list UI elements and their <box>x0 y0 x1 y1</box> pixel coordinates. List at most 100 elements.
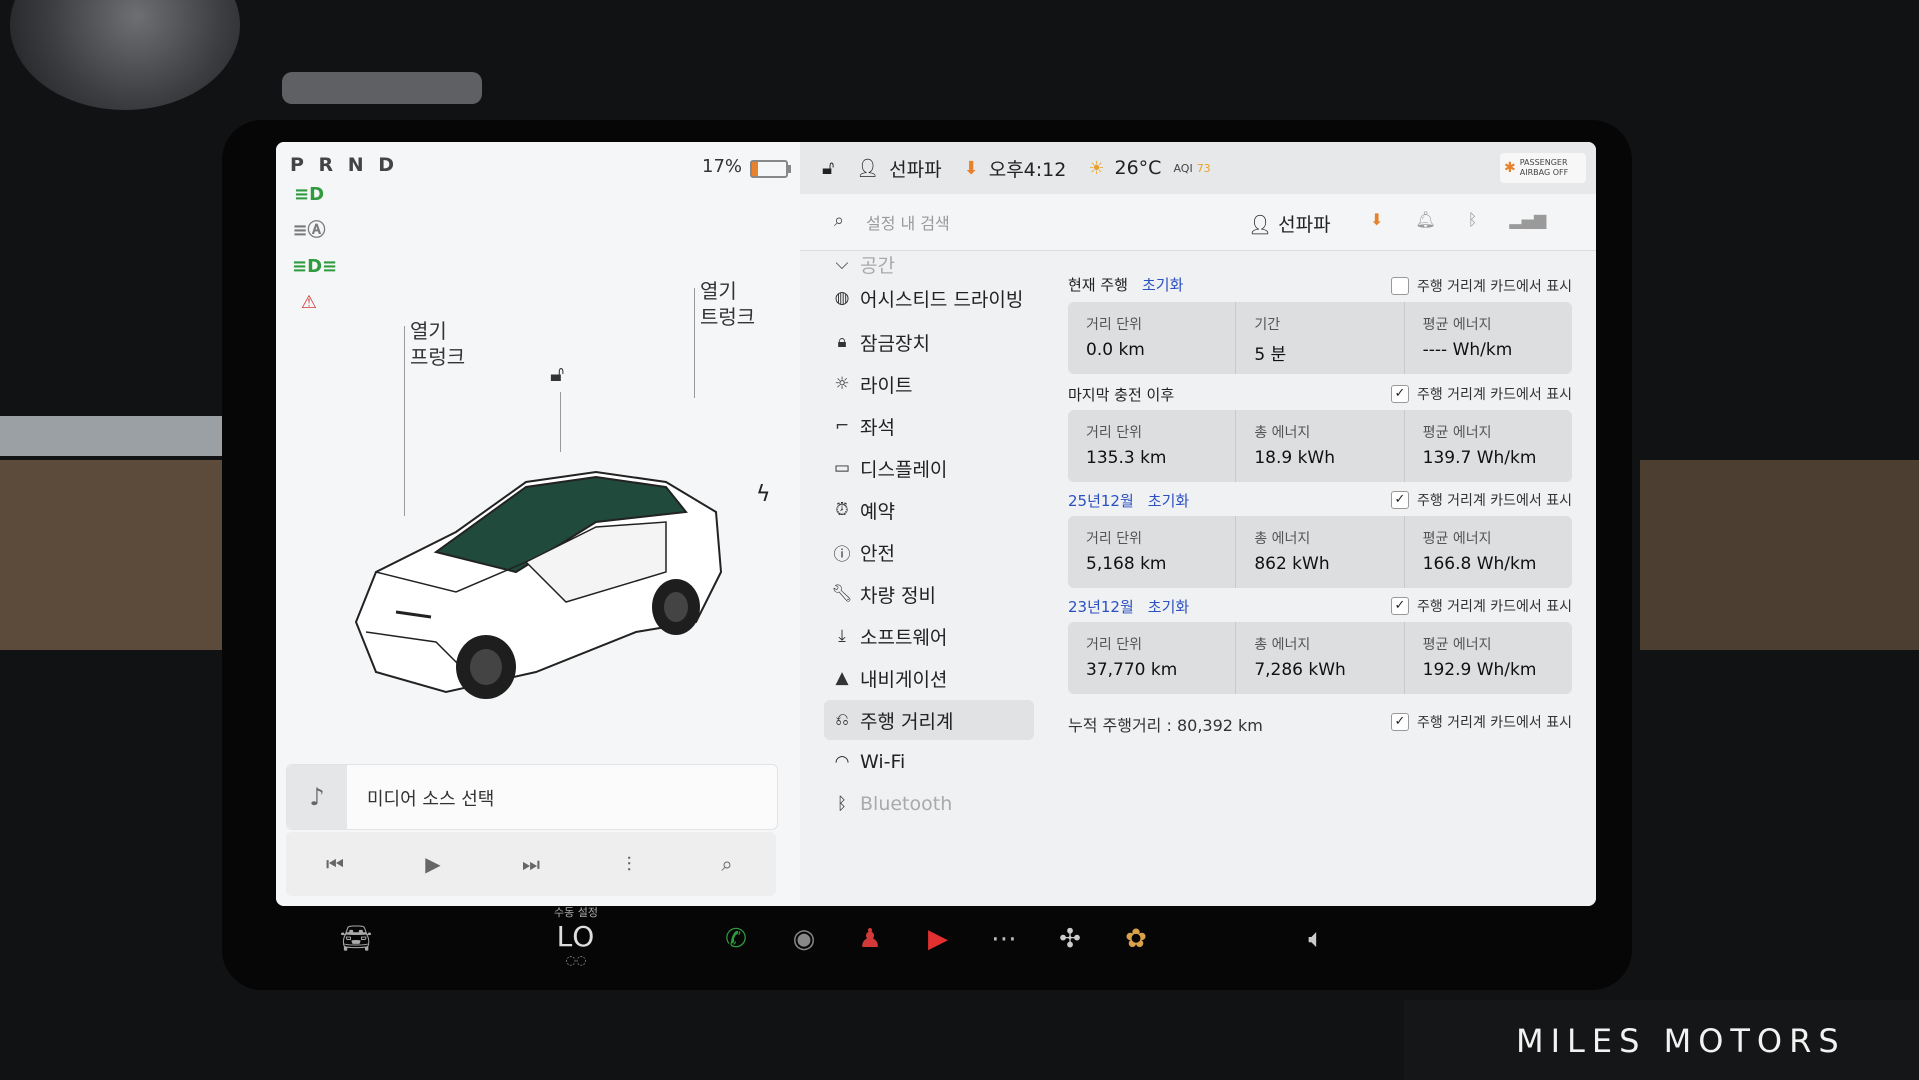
trip-b-checkbox[interactable]: ✓ <box>1390 597 1409 615</box>
charge-port-icon[interactable]: ϟ <box>756 482 771 507</box>
car-illustration <box>354 470 723 699</box>
seat-heater-icon[interactable]: ◌◌ <box>526 953 626 967</box>
since-charge-checkbox[interactable]: ✓ <box>1390 385 1409 403</box>
nav-item-13[interactable]: ᛒ Bluetooth <box>824 784 1034 824</box>
weather-status: ☀ 26°C AQI 73 <box>1088 157 1210 179</box>
toybox-icon[interactable]: ✿ <box>1114 924 1158 954</box>
nav-item-3[interactable]: ☼ 라이트 <box>824 364 1034 404</box>
play-icon[interactable]: ▶ <box>413 852 453 876</box>
nav-item-label: 잠금장치 <box>860 332 930 355</box>
stat-value: 166.8 Wh/km <box>1422 554 1537 574</box>
light-icon: ☼ <box>834 374 850 394</box>
car-icon[interactable]: 🚘︎ <box>334 924 378 954</box>
phone-icon[interactable]: ✆ <box>714 924 758 954</box>
battery-percent: 17% <box>702 156 743 177</box>
quick-icons: ⬇ 🔔︎ ᛒ ▂▄▆ <box>1370 210 1546 229</box>
car-panel: P R N D 17% ≡D ≡Ⓐ ≡D≡ ⚠ 열기 프렁크 열기 트렁크 🔓︎… <box>276 142 800 906</box>
stat-value: 135.3 km <box>1086 448 1167 468</box>
nav-item-1[interactable]: ◍ 어시스티드 드라이빙 <box>824 278 1034 318</box>
passenger-airbag-indicator: ✱ PASSENGER AIRBAG OFF <box>1500 153 1586 183</box>
odometer-show-label: 주행 거리계 카드에서 표시 <box>1416 715 1572 731</box>
stat-value: 5,168 km <box>1086 554 1167 574</box>
trip-a-stats: 거리 단위 5,168 km 총 에너지 862 kWh 평균 에너지 166.8 Wh/… <box>1068 516 1572 588</box>
stat-value: 0.0 km <box>1086 340 1145 360</box>
nav-item-5[interactable]: ▭ 디스플레이 <box>824 448 1034 488</box>
odometer-checkbox[interactable]: ✓ <box>1390 713 1409 731</box>
mount-arm <box>282 72 482 104</box>
nav-item-label: 좌석 <box>860 416 895 439</box>
odometer-show-toggle[interactable]: ✓ 주행 거리계 카드에서 표시 <box>1390 712 1572 732</box>
since-charge-title: 마지막 충전 이후 <box>1068 386 1175 404</box>
trip-b-title: 23년12월 초기화 <box>1068 596 1189 617</box>
current-trip-reset[interactable]: 초기화 <box>1142 276 1183 294</box>
unlock-icon[interactable]: 🔓︎ <box>550 362 564 387</box>
hanger-icon: ⌵ <box>835 254 849 274</box>
update-download-icon: ⬇ <box>963 157 979 179</box>
download-icon: ⤓ <box>838 626 846 646</box>
wood-trim-left <box>0 460 230 650</box>
trip-a-title: 25년12월 초기화 <box>1068 490 1189 511</box>
fan-icon[interactable]: ✣ <box>1048 924 1092 954</box>
trip-a-show-toggle[interactable]: ✓ 주행 거리계 카드에서 표시 <box>1390 490 1572 510</box>
camera-icon[interactable]: ◉ <box>782 924 826 954</box>
media-search-icon[interactable]: ⌕ <box>707 852 747 876</box>
person-icon: 👤︎ <box>856 157 880 179</box>
search-profile[interactable]: 👤︎ 선파파 <box>1248 210 1331 237</box>
notification-bell-icon[interactable]: 🔔︎ <box>1415 210 1435 229</box>
profile-status[interactable]: 👤︎ 선파파 <box>856 155 941 182</box>
software-update-icon[interactable]: ⬇ <box>1370 210 1383 229</box>
stat-cell: 평균 에너지 192.9 Wh/km <box>1405 622 1572 694</box>
airbag-line2: AIRBAG OFF <box>1519 168 1569 177</box>
person-icon: 👤︎ <box>1248 214 1273 236</box>
clock-time: 오후4:12 <box>988 158 1067 181</box>
equalizer-icon[interactable]: ⫶ <box>609 852 649 876</box>
stat-label: 거리 단위 <box>1086 637 1142 653</box>
nav-item-2[interactable]: 🔒︎ 잠금장치 <box>824 322 1034 362</box>
bluetooth-icon[interactable]: ᛒ <box>1468 210 1478 229</box>
stat-label: 기간 <box>1254 317 1281 333</box>
climate-control[interactable]: 수동 설정 LO ◌◌ <box>526 904 626 967</box>
current-trip-show-toggle[interactable]: 주행 거리계 카드에서 표시 <box>1390 276 1572 296</box>
settings-search-input[interactable] <box>864 207 1168 239</box>
more-apps-icon[interactable]: ⋯ <box>982 924 1026 954</box>
nav-item-11[interactable]: ⎌ 주행 거리계 <box>824 700 1034 740</box>
touchscreen: P R N D 17% ≡D ≡Ⓐ ≡D≡ ⚠ 열기 프렁크 열기 트렁크 🔓︎… <box>276 142 1596 906</box>
nav-item-label: 어시스티드 드라이빙 <box>860 288 1024 311</box>
youtube-music-icon[interactable]: ▶ <box>916 924 960 954</box>
climate-mode-label: 수동 설정 <box>554 906 598 919</box>
joystick-icon[interactable]: ♟ <box>848 924 892 954</box>
auto-highbeam-icon[interactable]: ≡Ⓐ <box>292 218 326 244</box>
wood-trim-right <box>1640 460 1919 650</box>
headlight-icon[interactable]: ≡D <box>292 182 326 208</box>
trunk-open-label[interactable]: 열기 트렁크 <box>700 278 755 330</box>
since-charge-show-label: 주행 거리계 카드에서 표시 <box>1416 387 1572 403</box>
trip-b-show-toggle[interactable]: ✓ 주행 거리계 카드에서 표시 <box>1390 596 1572 616</box>
stat-label: 평균 에너지 <box>1422 531 1492 547</box>
frunk-open-label[interactable]: 열기 프렁크 <box>410 318 465 370</box>
stat-value: 5 분 <box>1254 345 1287 365</box>
nav-item-label: 라이트 <box>860 374 913 397</box>
nav-item-8[interactable]: 🔧︎ 차량 정비 <box>824 574 1034 614</box>
parking-light-icon[interactable]: ≡D≡ <box>292 254 337 280</box>
lock-status-icon[interactable]: 🔓︎ <box>822 157 834 179</box>
display-icon: ▭ <box>833 458 851 478</box>
nav-item-7[interactable]: ⓘ 안전 <box>824 532 1034 572</box>
nav-item-4[interactable]: ⌐ 좌석 <box>824 406 1034 446</box>
search-profile-name: 선파파 <box>1278 214 1331 236</box>
trip-a-reset[interactable]: 초기화 <box>1148 492 1189 510</box>
trip-a-checkbox[interactable]: ✓ <box>1390 491 1409 509</box>
current-trip-checkbox[interactable] <box>1390 277 1409 295</box>
next-track-icon[interactable]: ⏭ <box>511 852 551 876</box>
volume-icon[interactable]: 🔈︎ <box>1294 924 1338 955</box>
since-charge-show-toggle[interactable]: ✓ 주행 거리계 카드에서 표시 <box>1390 384 1572 404</box>
nav-item-9[interactable]: ⤓ 소프트웨어 <box>824 616 1034 656</box>
nav-item-6[interactable]: ⏰︎ 예약 <box>824 490 1034 530</box>
media-source-card[interactable]: ♪ 미디어 소스 선택 <box>286 764 778 830</box>
nav-item-12[interactable]: ◠ Wi-Fi <box>824 742 1034 782</box>
previous-track-icon[interactable]: ⏮ <box>315 852 355 876</box>
nav-item-10[interactable]: ▲ 내비게이션 <box>824 658 1034 698</box>
nav-item-label: 안전 <box>860 542 895 565</box>
trip-a-label: 25년12월 <box>1068 492 1134 510</box>
stat-cell: 총 에너지 7,286 kWh <box>1236 622 1405 694</box>
trip-b-reset[interactable]: 초기화 <box>1148 598 1189 616</box>
